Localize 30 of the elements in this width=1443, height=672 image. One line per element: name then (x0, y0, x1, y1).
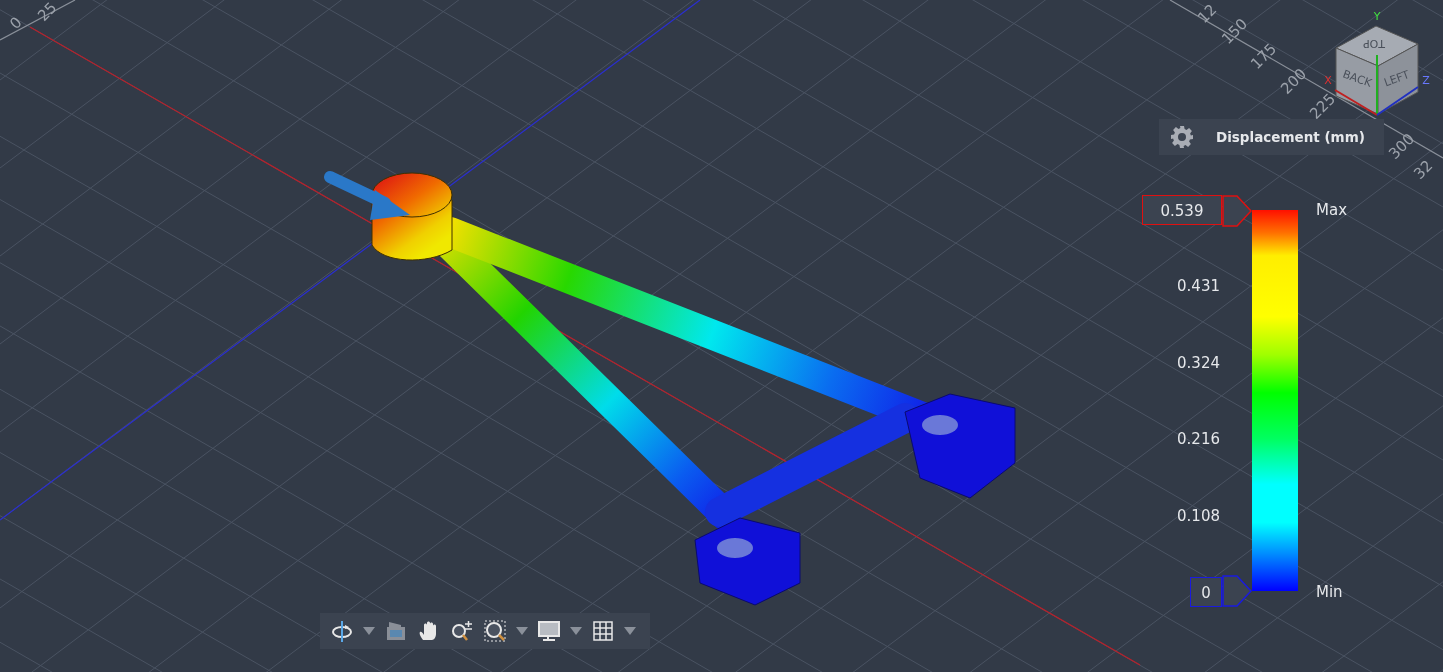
min-value-field[interactable]: 0 (1190, 576, 1222, 607)
legend-title: Displacement (mm) (1216, 129, 1365, 145)
z-axis-line (1376, 86, 1419, 116)
axis-label: Z (1422, 74, 1430, 87)
grid-icon[interactable] (591, 619, 615, 643)
orbit-icon[interactable] (330, 619, 354, 643)
zoom-window-icon[interactable] (483, 619, 507, 643)
caret-icon[interactable] (570, 627, 582, 635)
ruler-label: 12 (1194, 0, 1221, 27)
max-label: Max (1316, 200, 1347, 221)
camera-icon[interactable] (384, 619, 408, 643)
x-axis-line (1334, 89, 1378, 116)
axis-label: Y (1373, 10, 1381, 23)
ruler-label: 25 (34, 0, 61, 25)
caret-icon[interactable] (363, 627, 375, 635)
scale-value: 0.324 (1177, 352, 1221, 374)
ruler-label: 0 (6, 13, 26, 33)
settings-icon[interactable] (1170, 125, 1194, 149)
scale-value: 0.216 (1177, 429, 1221, 451)
scale-value: 0.108 (1177, 505, 1221, 527)
min-label: Min (1316, 582, 1344, 603)
caret-icon[interactable] (516, 627, 528, 635)
axis-label: X (1324, 74, 1332, 87)
y-axis-line (1376, 54, 1378, 116)
cube-face-label[interactable]: TOP (1363, 37, 1385, 50)
scale-value: 0.431 (1177, 276, 1221, 298)
zoom-icon[interactable] (450, 619, 474, 643)
monitor-icon[interactable] (537, 619, 561, 643)
view-cube[interactable] (1335, 25, 1419, 115)
caret-icon[interactable] (624, 627, 636, 635)
